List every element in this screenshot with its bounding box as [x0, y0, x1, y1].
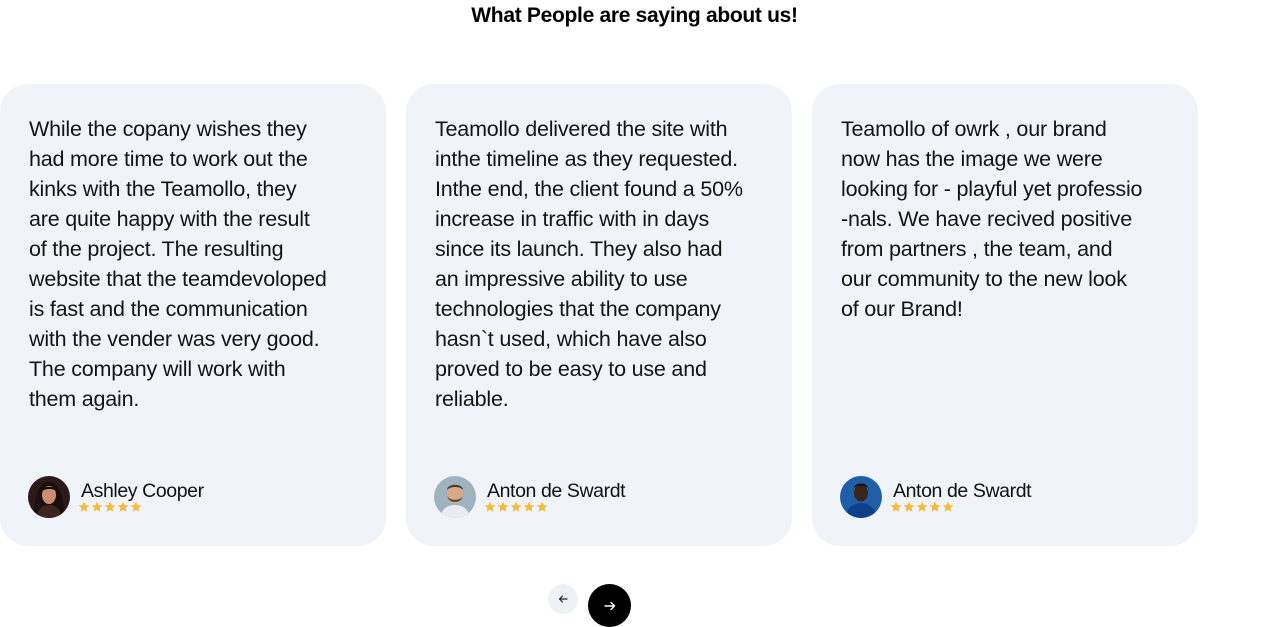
- previous-button[interactable]: [548, 584, 578, 614]
- star-icon: [484, 501, 496, 512]
- star-rating: [484, 501, 548, 513]
- author-name: Ashley Cooper: [81, 480, 204, 502]
- star-rating: [890, 501, 954, 513]
- section-title: What People are saying about us!: [471, 4, 798, 27]
- arrow-right-icon: [603, 601, 615, 610]
- testimonial-author: Anton de Swardt: [434, 476, 764, 518]
- testimonials-section: What People are saying about us! While t…: [0, 0, 1269, 627]
- arrow-left-icon: [558, 595, 568, 603]
- next-button[interactable]: [588, 584, 631, 627]
- avatar: [434, 476, 476, 518]
- star-icon: [536, 501, 548, 512]
- testimonial-author: Anton de Swardt: [840, 476, 1170, 518]
- star-icon: [130, 501, 142, 512]
- avatar: [840, 476, 882, 518]
- star-icon: [78, 501, 90, 512]
- testimonial-text: Teamollo of owrk , our brand now has the…: [841, 117, 1143, 321]
- star-icon: [117, 501, 129, 512]
- star-icon: [523, 501, 535, 512]
- carousel-navigation: [0, 584, 1269, 627]
- star-icon: [890, 501, 902, 512]
- testimonial-card: While the copany wishes they had more ti…: [0, 84, 386, 546]
- star-icon: [942, 501, 954, 512]
- testimonial-author: Ashley Cooper: [28, 476, 358, 518]
- star-icon: [903, 501, 915, 512]
- star-rating: [78, 501, 142, 513]
- testimonial-text: While the copany wishes they had more ti…: [29, 117, 327, 411]
- star-icon: [916, 501, 928, 512]
- author-name: Anton de Swardt: [893, 480, 1032, 502]
- star-icon: [104, 501, 116, 512]
- star-icon: [497, 501, 509, 512]
- author-name: Anton de Swardt: [487, 480, 626, 502]
- avatar: [28, 476, 70, 518]
- testimonial-text: Teamollo delivered the site with inthe t…: [435, 117, 743, 411]
- star-icon: [91, 501, 103, 512]
- star-icon: [929, 501, 941, 512]
- testimonial-card: Teamollo delivered the site with inthe t…: [406, 84, 792, 546]
- star-icon: [510, 501, 522, 512]
- testimonial-card: Teamollo of owrk , our brand now has the…: [812, 84, 1198, 546]
